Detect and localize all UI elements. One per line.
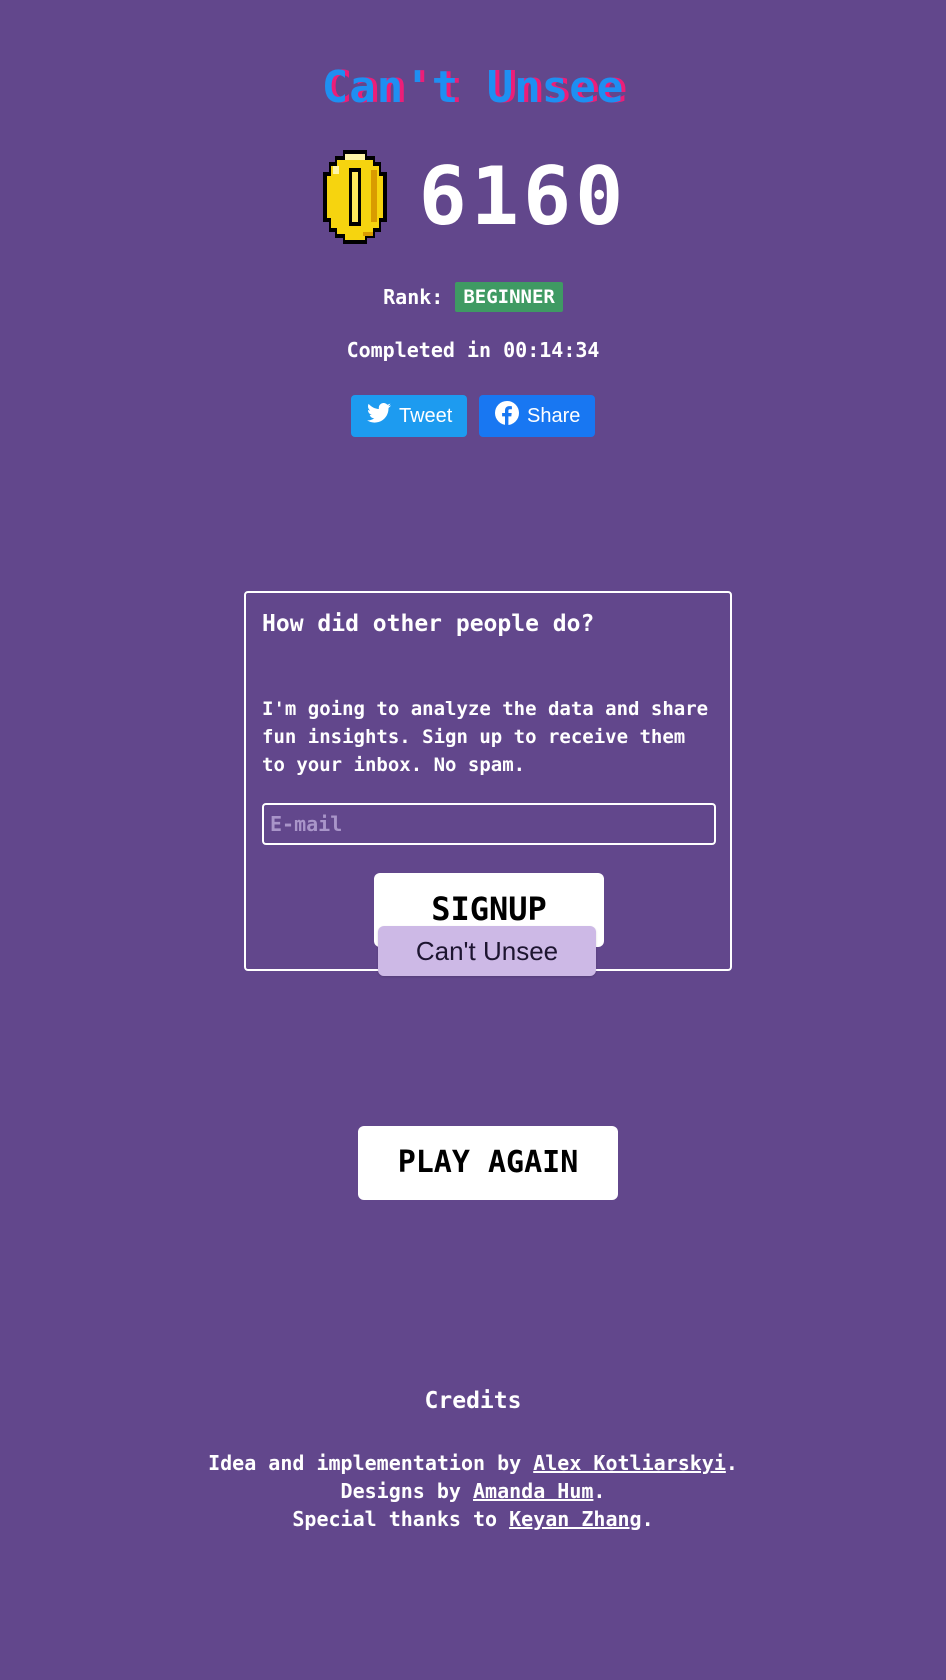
credits-line-implementation: Idea and implementation by Alex Kotliars…: [0, 1449, 946, 1477]
credits-line-thanks: Special thanks to Keyan Zhang.: [0, 1505, 946, 1533]
tweet-button[interactable]: Tweet: [351, 395, 467, 437]
credits-line2-period: .: [593, 1479, 606, 1503]
score-row: 6160: [0, 150, 946, 244]
credits-line3-prefix: Special thanks to: [292, 1507, 498, 1531]
email-field[interactable]: [262, 803, 716, 845]
credits-heading: Credits: [424, 1388, 522, 1414]
rank-label: Rank:: [383, 285, 444, 309]
score-value: 6160: [418, 150, 628, 243]
rank-row: Rank: BEGINNER: [0, 282, 946, 312]
share-buttons: Tweet Share: [0, 395, 946, 437]
tweet-label: Tweet: [399, 404, 453, 427]
facebook-share-label: Share: [527, 404, 581, 427]
credits-link-keyan-zhang[interactable]: Keyan Zhang: [509, 1507, 641, 1531]
twitter-bird-icon: [367, 403, 391, 429]
facebook-share-button[interactable]: Share: [479, 395, 595, 437]
facebook-icon: [495, 401, 519, 431]
tooltip: Can't Unsee: [378, 926, 596, 976]
credits-link-alex-kotliarskyi[interactable]: Alex Kotliarskyi: [533, 1451, 726, 1475]
credits-line1-prefix: Idea and implementation by: [208, 1451, 522, 1475]
completed-time-value: 00:14:34: [503, 338, 600, 362]
credits-line-designs: Designs by Amanda Hum.: [0, 1477, 946, 1505]
signup-heading: How did other people do?: [262, 611, 595, 637]
credits-line1-period: .: [725, 1451, 738, 1475]
completed-time: Completed in 00:14:34: [0, 338, 946, 362]
play-again-button[interactable]: PLAY AGAIN: [358, 1126, 618, 1200]
coin-icon: [319, 150, 391, 244]
credits-link-amanda-hum[interactable]: Amanda Hum: [473, 1479, 593, 1503]
signup-panel: How did other people do? I'm going to an…: [244, 591, 732, 971]
completed-prefix: Completed in: [346, 338, 492, 362]
app-title: Can't Unsee: [321, 62, 625, 113]
credits-line3-period: .: [641, 1507, 654, 1531]
credits-line2-prefix: Designs by: [340, 1479, 461, 1503]
rank-badge: BEGINNER: [455, 282, 563, 312]
signup-description: I'm going to analyze the data and share …: [262, 698, 709, 776]
credits-text: Idea and implementation by Alex Kotliars…: [0, 1449, 946, 1533]
